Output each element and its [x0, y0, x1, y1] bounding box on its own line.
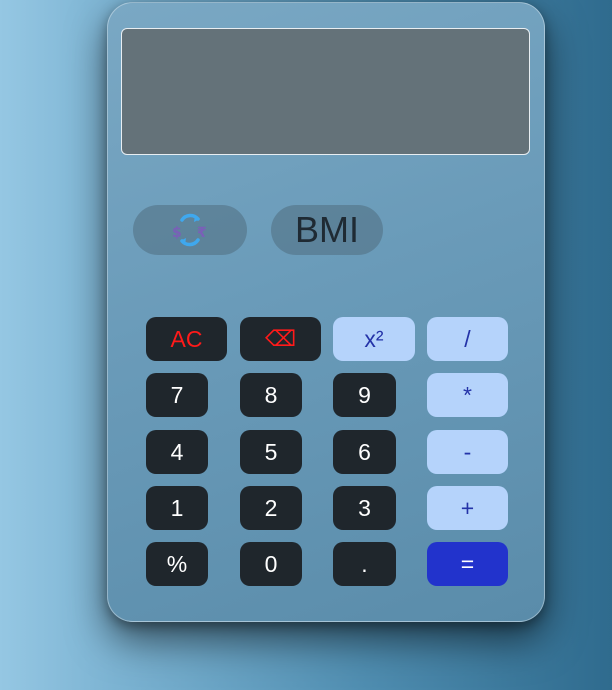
svg-text:₹: ₹ — [197, 225, 207, 241]
currency-convert-button[interactable]: $ ₹ — [133, 205, 247, 255]
digit-5-button[interactable]: 5 — [240, 430, 302, 474]
backspace-button[interactable]: ⌫ — [240, 317, 321, 361]
plus-button[interactable]: + — [427, 486, 508, 530]
decimal-point-button[interactable]: . — [333, 542, 396, 586]
digit-3-button[interactable]: 3 — [333, 486, 396, 530]
bmi-button[interactable]: BMI — [271, 205, 383, 255]
calculator-display — [121, 28, 530, 155]
digit-0-button[interactable]: 0 — [240, 542, 302, 586]
digit-1-button[interactable]: 1 — [146, 486, 208, 530]
multiply-button[interactable]: * — [427, 373, 508, 417]
svg-text:$: $ — [172, 225, 182, 241]
equals-button[interactable]: = — [427, 542, 508, 586]
digit-9-button[interactable]: 9 — [333, 373, 396, 417]
backspace-icon: ⌫ — [264, 326, 297, 352]
digit-8-button[interactable]: 8 — [240, 373, 302, 417]
digit-6-button[interactable]: 6 — [333, 430, 396, 474]
digit-2-button[interactable]: 2 — [240, 486, 302, 530]
digit-4-button[interactable]: 4 — [146, 430, 208, 474]
all-clear-button[interactable]: AC — [146, 317, 227, 361]
square-button[interactable]: x² — [333, 317, 415, 361]
minus-button[interactable]: - — [427, 430, 508, 474]
currency-convert-icon: $ ₹ — [170, 210, 210, 250]
percent-button[interactable]: % — [146, 542, 208, 586]
divide-button[interactable]: / — [427, 317, 508, 361]
calculator-panel: $ ₹ BMI AC ⌫ x² / 7 8 9 * 4 5 6 - 1 2 3 … — [107, 2, 545, 622]
digit-7-button[interactable]: 7 — [146, 373, 208, 417]
